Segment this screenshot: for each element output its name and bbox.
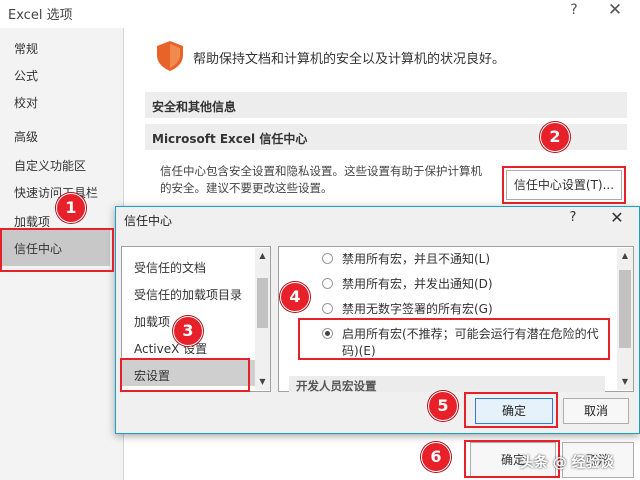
highlight-macro-settings <box>120 358 250 392</box>
category-trusted-addin-catalogs[interactable]: 受信任的加载项目录 <box>134 286 242 303</box>
sidebar-item-general[interactable]: 常规 <box>14 40 38 57</box>
highlight-dialog-ok <box>464 392 558 428</box>
step-badge-6: 6 <box>421 442 451 472</box>
highlight-trust-settings-button <box>502 166 626 204</box>
highlight-trust-center-nav <box>0 228 114 272</box>
help-button[interactable]: ? <box>566 2 582 18</box>
category-trusted-documents[interactable]: 受信任的文档 <box>134 259 206 276</box>
close-button[interactable]: ✕ <box>606 0 624 20</box>
sidebar-item-advanced[interactable]: 高级 <box>14 128 38 145</box>
step-badge-3: 3 <box>173 316 203 346</box>
dialog-title: 信任中心 <box>124 214 173 228</box>
sidebar-item-customize-ribbon[interactable]: 自定义功能区 <box>14 157 86 174</box>
dialog-cancel-button[interactable]: 取消 <box>563 398 629 424</box>
section-security-other-heading: 安全和其他信息 <box>152 100 237 114</box>
trust-center-description: 信任中心包含安全设置和隐私设置。这些设置有助于保护计算机 <box>160 164 482 178</box>
category-list-scroll-thumb[interactable] <box>257 278 268 328</box>
radio-disable-unsigned[interactable] <box>322 303 333 314</box>
step-badge-5: 5 <box>428 391 458 421</box>
highlight-enable-all-macros <box>298 318 610 360</box>
scroll-up-icon[interactable]: ▲ <box>257 251 268 260</box>
shield-icon <box>157 41 183 71</box>
scroll-down-icon[interactable]: ▼ <box>619 377 631 386</box>
section-trust-center-heading: Microsoft Excel 信任中心 <box>152 132 308 146</box>
step-badge-2: 2 <box>540 122 570 152</box>
sidebar-item-proofing[interactable]: 校对 <box>14 94 38 111</box>
dialog-help-button[interactable]: ? <box>566 210 580 225</box>
scroll-down-icon[interactable]: ▼ <box>257 377 268 386</box>
option-label-disable-with-notify[interactable]: 禁用所有宏，并发出通知(D) <box>342 275 493 292</box>
sidebar-item-formulas[interactable]: 公式 <box>14 67 38 84</box>
option-label-disable-unsigned[interactable]: 禁用无数字签署的所有宏(G) <box>342 300 493 317</box>
sidebar-item-quick-access-toolbar[interactable]: 快速访问工具栏 <box>14 184 98 201</box>
option-label-disable-no-notify[interactable]: 禁用所有宏，并且不通知(L) <box>342 250 490 267</box>
window-title: Excel 选项 <box>8 8 73 23</box>
step-badge-4: 4 <box>280 282 310 312</box>
radio-disable-with-notify[interactable] <box>322 278 333 289</box>
developer-macro-settings-heading: 开发人员宏设置 <box>296 379 377 393</box>
radio-disable-no-notify[interactable] <box>322 253 333 264</box>
security-header-message: 帮助保持文档和计算机的安全以及计算机的状况良好。 <box>193 52 506 67</box>
settings-pane-scroll-thumb[interactable] <box>619 270 631 348</box>
window-titlebar <box>0 0 640 28</box>
category-addins[interactable]: 加载项 <box>134 313 170 330</box>
scroll-up-icon[interactable]: ▲ <box>619 251 631 260</box>
trust-center-description: 的安全。建议不要更改这些设置。 <box>160 181 333 195</box>
step-badge-1: 1 <box>56 193 86 223</box>
dialog-close-button[interactable]: ✕ <box>608 208 626 227</box>
watermark: 头条 @ 经验谈 <box>520 455 614 471</box>
